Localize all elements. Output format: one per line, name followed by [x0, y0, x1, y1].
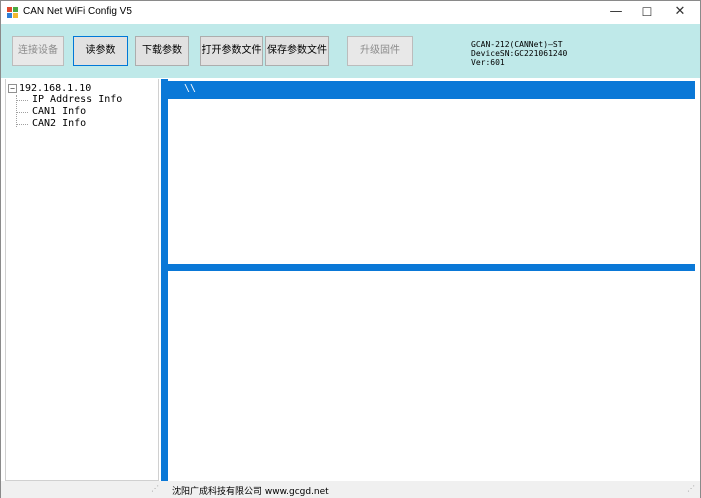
- device-info: GCAN-212(CANNet)—ST DeviceSN:GC221061240…: [471, 40, 567, 67]
- read-params-button[interactable]: 读参数: [73, 36, 128, 66]
- tree-item-ip-address-info[interactable]: IP Address Info: [32, 94, 122, 106]
- horizontal-splitter[interactable]: [168, 264, 695, 271]
- title-bar[interactable]: CAN Net WiFi Config V5 — ☐ ✕: [1, 1, 700, 24]
- tree-root-label: 192.168.1.10: [19, 83, 92, 94]
- save-param-file-button[interactable]: 保存参数文件: [265, 36, 329, 66]
- app-icon: [7, 7, 18, 18]
- app-window: CAN Net WiFi Config V5 — ☐ ✕ 连接设备 读参数 下载…: [0, 0, 701, 498]
- selected-row[interactable]: \\: [168, 81, 695, 99]
- device-model: GCAN-212(CANNet)—ST: [471, 40, 563, 49]
- vertical-splitter[interactable]: [161, 79, 168, 498]
- toolbar: 连接设备 读参数 下载参数 打开参数文件 保存参数文件 升级固件 GCAN-21…: [1, 24, 700, 78]
- close-button[interactable]: ✕: [661, 1, 699, 24]
- tree-line: [16, 124, 28, 125]
- collapse-icon[interactable]: −: [8, 84, 17, 93]
- tree-item-can2-info[interactable]: CAN2 Info: [32, 118, 86, 130]
- tree-line: [16, 100, 28, 101]
- device-serial: DeviceSN:GC221061240: [471, 49, 568, 58]
- device-tree[interactable]: −192.168.1.10 IP Address Info CAN1 Info …: [5, 79, 159, 481]
- open-param-file-button[interactable]: 打开参数文件: [200, 36, 263, 66]
- device-version: Ver:601: [471, 58, 505, 67]
- status-bar: ⋰ 沈阳广成科技有限公司 www.gcgd.net ⋰: [1, 481, 700, 498]
- window-title: CAN Net WiFi Config V5: [23, 6, 132, 17]
- parameter-list-panel[interactable]: \\: [168, 79, 695, 264]
- download-params-button[interactable]: 下载参数: [135, 36, 189, 66]
- selected-row-text: \\: [184, 83, 197, 94]
- upgrade-firmware-button[interactable]: 升级固件: [347, 36, 413, 66]
- resize-grip-icon: ⋰: [151, 484, 159, 493]
- resize-grip-icon[interactable]: ⋰: [687, 485, 695, 493]
- parameter-detail-panel[interactable]: [168, 271, 695, 481]
- tree-line: [16, 112, 28, 113]
- company-info: 沈阳广成科技有限公司 www.gcgd.net: [172, 487, 329, 497]
- connect-device-button[interactable]: 连接设备: [12, 36, 64, 66]
- tree-item-can1-info[interactable]: CAN1 Info: [32, 106, 86, 118]
